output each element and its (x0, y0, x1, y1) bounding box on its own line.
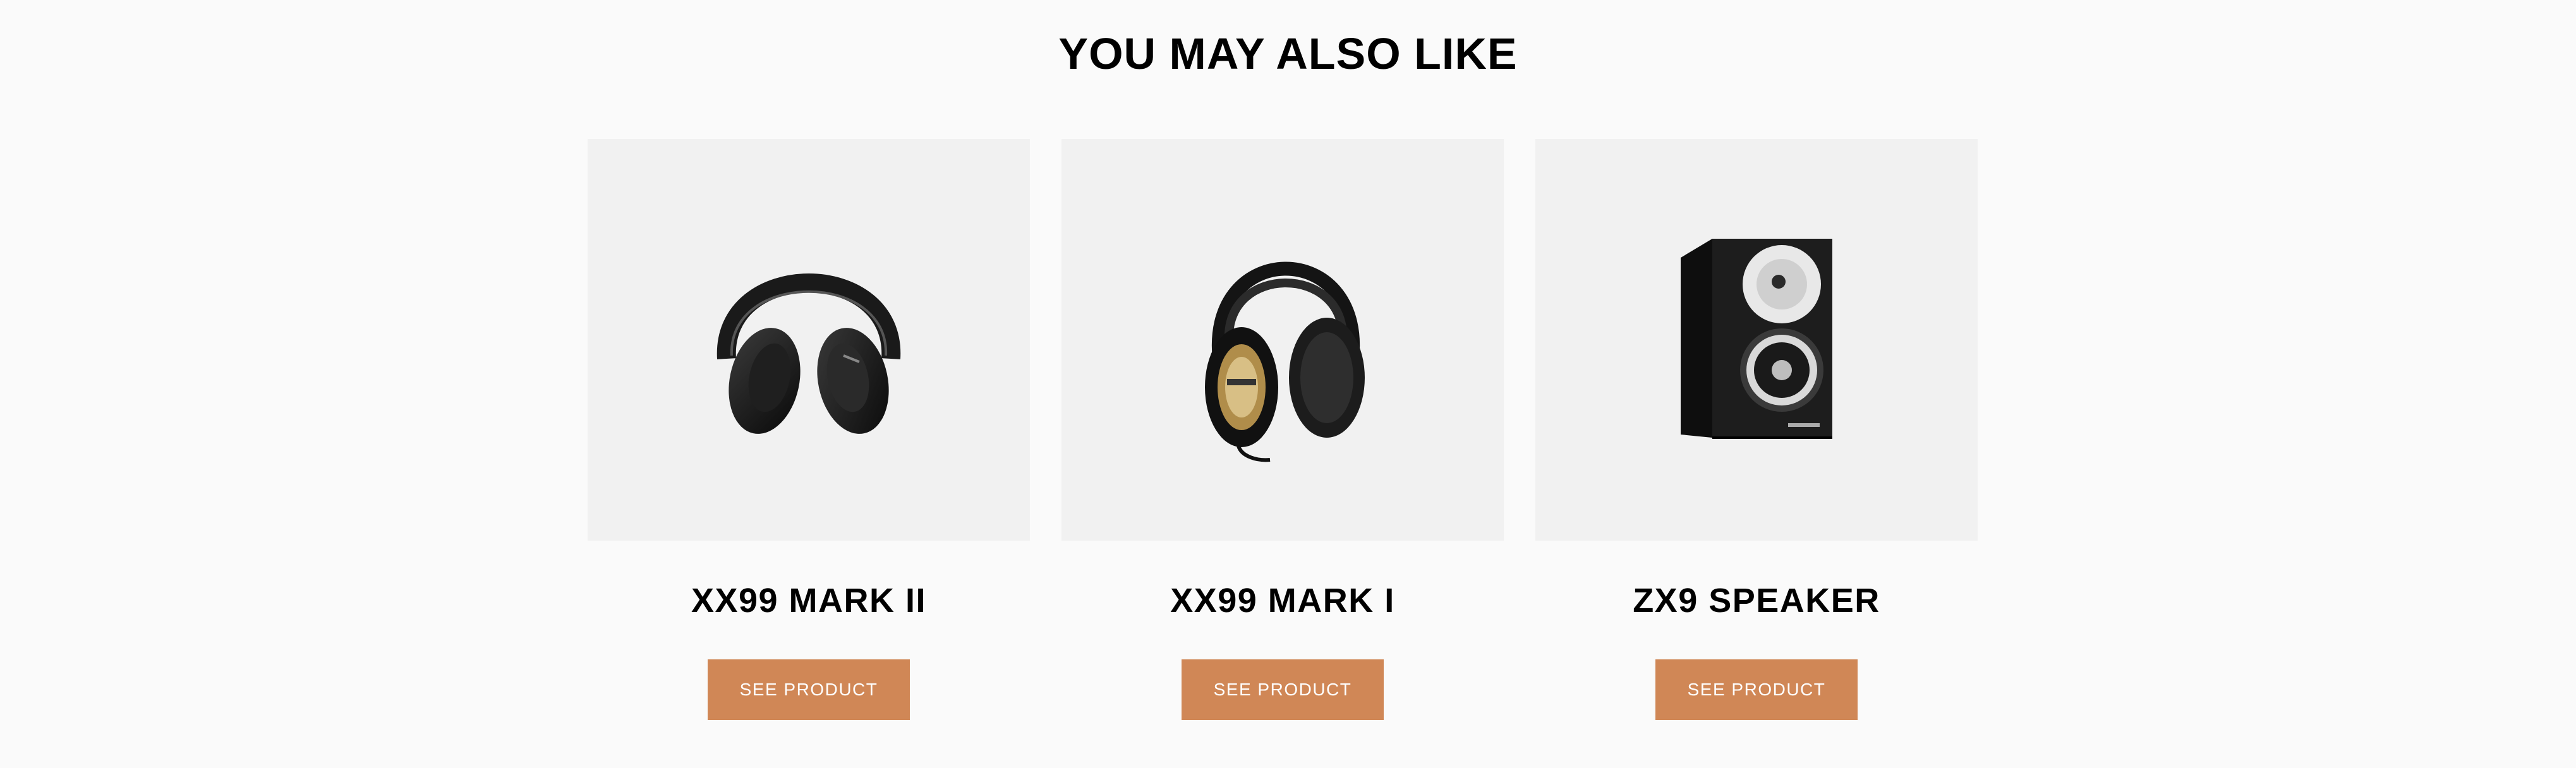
see-product-button[interactable]: SEE PRODUCT (708, 659, 910, 720)
bookshelf-speaker-icon (1681, 239, 1832, 439)
product-image (1061, 139, 1504, 541)
product-card-zx9-speaker: ZX9 SPEAKER SEE PRODUCT (1535, 139, 1978, 720)
product-name: ZX9 SPEAKER (1633, 582, 1880, 620)
product-name: XX99 MARK II (691, 582, 927, 620)
product-image (1535, 139, 1978, 541)
see-product-button[interactable]: SEE PRODUCT (1655, 659, 1858, 720)
see-product-button[interactable]: SEE PRODUCT (1182, 659, 1384, 720)
studio-headphones-icon (1205, 261, 1365, 462)
product-card-xx99-mark-ii: XX99 MARK II SEE PRODUCT (588, 139, 1030, 720)
product-image (588, 139, 1030, 541)
section-title: YOU MAY ALSO LIKE (1058, 29, 1518, 78)
product-card-xx99-mark-i: XX99 MARK I SEE PRODUCT (1061, 139, 1504, 720)
product-name: XX99 MARK I (1170, 582, 1395, 620)
over-ear-headphones-icon (717, 273, 901, 434)
you-may-also-like-section: YOU MAY ALSO LIKE XX99 MARK II SEE PRODU… (0, 0, 2576, 768)
